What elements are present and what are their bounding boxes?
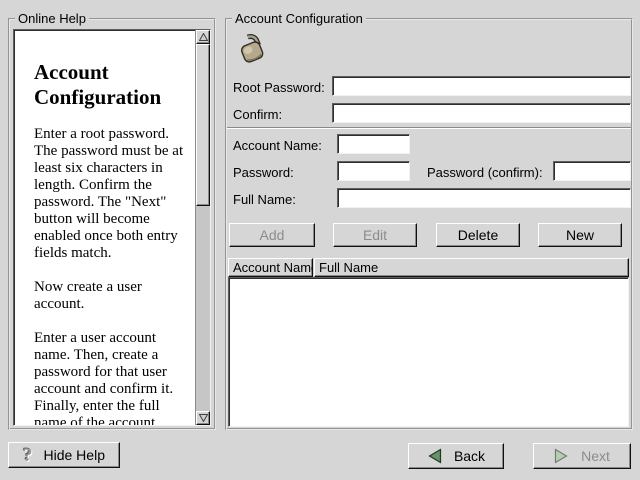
account-name-label: Account Name:	[233, 138, 322, 153]
password-label: Password:	[233, 165, 294, 180]
edit-button[interactable]: Edit	[333, 223, 417, 247]
user-password-confirm-input[interactable]	[553, 161, 631, 181]
account-configuration-title: Account Configuration	[232, 11, 366, 26]
root-password-label: Root Password:	[233, 80, 325, 95]
column-header-full-name[interactable]: Full Name	[314, 258, 629, 277]
help-paragraph: Enter a user account name. Then, create …	[34, 330, 193, 425]
delete-button[interactable]: Delete	[436, 223, 520, 247]
account-configuration-panel: Account Configuration Root Password: Con…	[225, 18, 633, 430]
back-button[interactable]: Back	[408, 443, 504, 469]
help-paragraph: Enter a root password. The password must…	[34, 126, 193, 262]
scroll-thumb[interactable]	[196, 44, 210, 206]
new-button[interactable]: New	[538, 223, 622, 247]
full-name-input[interactable]	[337, 188, 631, 208]
hide-help-label: Hide Help	[44, 447, 105, 463]
padlock-icon	[233, 28, 273, 68]
scroll-down-button[interactable]	[196, 411, 210, 425]
arrow-up-icon	[199, 33, 208, 41]
help-heading: Account Configuration	[34, 60, 193, 110]
question-mark-icon: ?	[23, 446, 33, 465]
help-paragraph: Now create a user account.	[34, 279, 193, 313]
accounts-list[interactable]	[228, 277, 629, 427]
full-name-label: Full Name:	[233, 192, 296, 207]
online-help-title: Online Help	[15, 11, 89, 26]
scroll-trough[interactable]	[196, 206, 210, 411]
scroll-up-button[interactable]	[196, 30, 210, 44]
help-scrollbar[interactable]	[195, 30, 210, 425]
online-help-panel: Online Help Account Configuration Enter …	[8, 18, 216, 430]
add-button[interactable]: Add	[229, 223, 315, 247]
hide-help-button[interactable]: ? Hide Help	[8, 442, 120, 468]
column-header-account-name[interactable]: Account Name	[228, 258, 313, 277]
back-arrow-icon	[427, 448, 442, 464]
next-arrow-icon	[554, 448, 569, 464]
help-text: Account Configuration Enter a root passw…	[14, 30, 195, 425]
password-confirm-label: Password (confirm):	[427, 165, 543, 180]
separator	[227, 127, 631, 129]
back-label: Back	[454, 448, 485, 464]
account-name-input[interactable]	[337, 134, 410, 154]
root-password-input[interactable]	[332, 76, 631, 96]
confirm-label: Confirm:	[233, 107, 282, 122]
user-password-input[interactable]	[337, 161, 410, 181]
arrow-down-icon	[199, 414, 208, 422]
next-button[interactable]: Next	[533, 443, 631, 469]
help-viewport: Account Configuration Enter a root passw…	[13, 29, 211, 426]
confirm-password-input[interactable]	[332, 103, 631, 123]
next-label: Next	[581, 448, 610, 464]
